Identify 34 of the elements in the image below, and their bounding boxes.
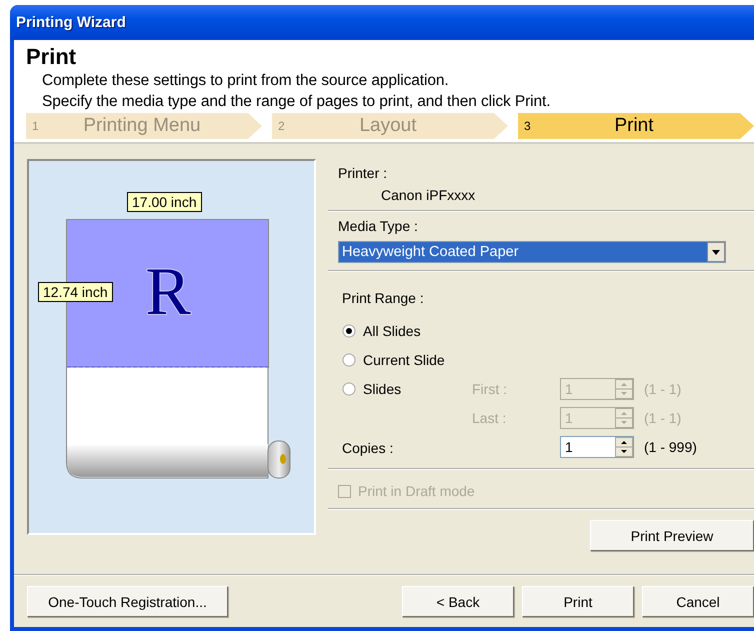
wizard-step: 2 Layout (272, 113, 508, 139)
one-touch-registration-button[interactable]: One-Touch Registration... (27, 586, 228, 617)
window-title: Printing Wizard (16, 14, 126, 31)
wizard-step: 3 Print (518, 113, 754, 139)
printer-name: Canon iPFxxxx (380, 187, 476, 203)
instruction-text: Complete these settings to print from the source application. (41, 71, 450, 91)
wizard-button[interactable]: Cancel (642, 586, 754, 617)
printer-label: Printer : (338, 165, 388, 181)
radio-button[interactable]: Slides (342, 380, 402, 396)
spinner-label: Last : (472, 410, 508, 426)
instruction-text: Specify the media type and the range of pages to print, and then click Print. (41, 92, 552, 112)
page-title: Print (26, 44, 78, 70)
letter-drawing: R (138, 256, 198, 326)
range-hint: (1 - 1) (644, 380, 682, 396)
number-spinner[interactable]: 1 (560, 436, 634, 458)
spinner-arrows-icon[interactable] (615, 436, 633, 456)
wizard-button[interactable]: Print (522, 586, 634, 617)
range-hint: (1 - 999) (644, 438, 697, 454)
radio-icon[interactable] (342, 382, 356, 396)
radio-button[interactable]: Current Slide (342, 352, 445, 368)
width-label: 17.00 inch (127, 192, 202, 212)
media-type-dropdown[interactable]: Heavyweight Coated Paper (338, 241, 726, 263)
wizard-step: 1 Printing Menu (26, 113, 262, 139)
spinner-label: First : (472, 380, 508, 396)
range-hint: (1 - 1) (644, 410, 682, 426)
print-range-label: Print Range : (342, 290, 425, 306)
height-label: 12.74 inch (38, 282, 113, 302)
wizard-button[interactable]: < Back (402, 586, 514, 617)
radio-icon[interactable] (342, 352, 356, 366)
radio-button[interactable]: All Slides (342, 322, 421, 338)
copies-label: Copies : (342, 440, 394, 456)
print-preview-button[interactable]: Print Preview (590, 520, 754, 551)
media-type-label: Media Type : (338, 218, 419, 234)
radio-icon[interactable] (342, 324, 356, 338)
